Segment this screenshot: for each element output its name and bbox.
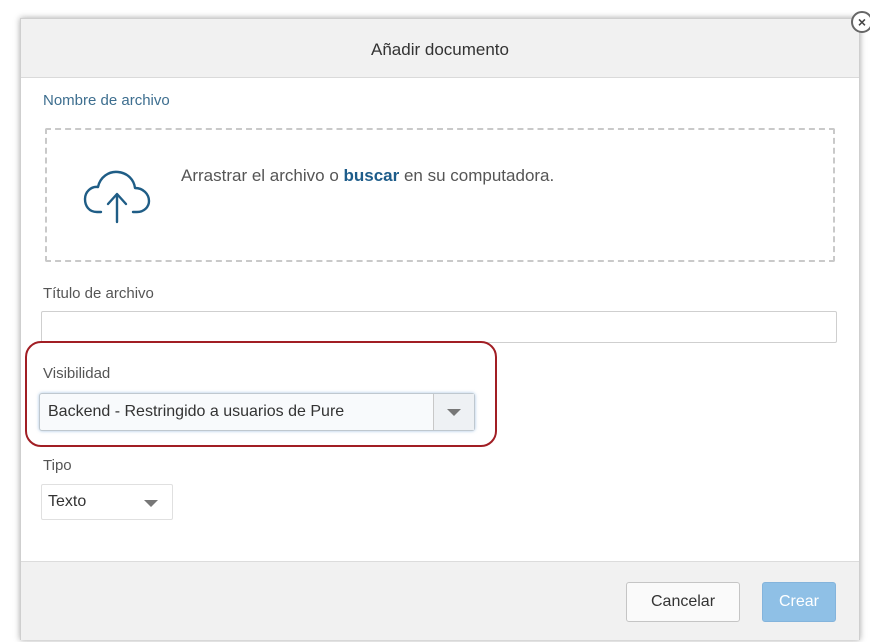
file-name-label: Nombre de archivo	[43, 92, 170, 109]
type-select[interactable]: Texto	[41, 484, 173, 520]
file-title-input[interactable]	[41, 311, 837, 343]
dialog-header: Añadir documento	[21, 19, 859, 78]
type-label: Tipo	[43, 457, 72, 474]
chevron-down-icon	[447, 409, 461, 416]
dropzone-text-after: en su computadora.	[399, 166, 555, 185]
cancel-button[interactable]: Cancelar	[626, 582, 740, 622]
visibility-label: Visibilidad	[43, 365, 111, 382]
chevron-down-icon	[144, 500, 158, 507]
visibility-selected-value: Backend - Restringido a usuarios de Pure	[48, 403, 345, 420]
dialog-footer: Cancelar Crear	[21, 561, 859, 640]
file-dropzone[interactable]: Arrastrar el archivo o buscar en su comp…	[45, 128, 835, 262]
type-selected-value: Texto	[48, 493, 87, 510]
file-title-label: Título de archivo	[43, 285, 154, 302]
dropzone-text: Arrastrar el archivo o buscar en su comp…	[181, 166, 554, 186]
visibility-select[interactable]: Backend - Restringido a usuarios de Pure	[39, 393, 475, 431]
dropzone-text-before: Arrastrar el archivo o	[181, 166, 344, 185]
create-button[interactable]: Crear	[762, 582, 836, 622]
close-icon[interactable]: ×	[851, 11, 870, 33]
add-document-dialog: Añadir documento × Nombre de archivo Arr…	[20, 11, 870, 640]
cloud-upload-icon	[83, 170, 151, 224]
browse-link[interactable]: buscar	[344, 166, 400, 185]
dialog-title: Añadir documento	[371, 40, 509, 59]
visibility-dropdown-toggle[interactable]	[433, 394, 474, 430]
